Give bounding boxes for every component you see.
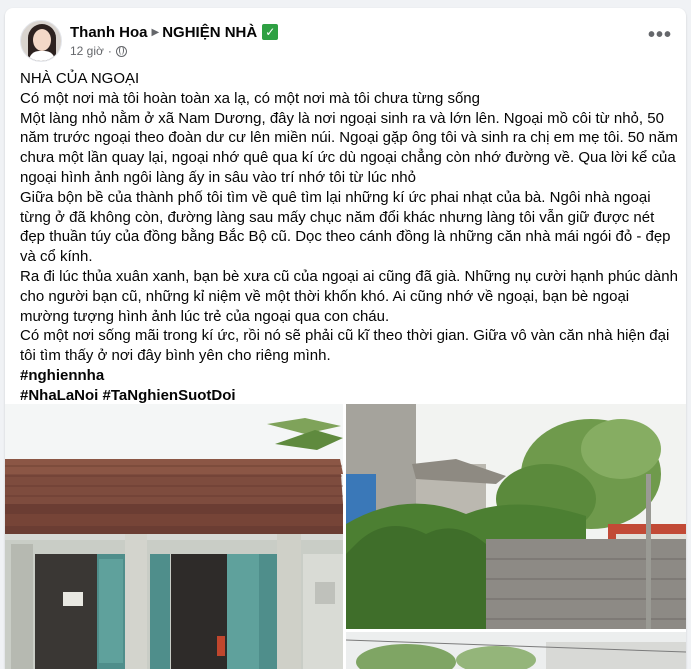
photo-old-house[interactable] [5,404,343,669]
post-meta: 12 giờ · [70,44,127,58]
more-options-icon[interactable]: ••• [648,25,672,50]
verified-check-icon: ✓ [262,24,279,40]
hashtag-link[interactable]: #nghiennha [20,366,682,386]
avatar-face [33,29,51,51]
photo-vine-wall[interactable] [346,404,686,629]
caret-right-icon: ▶ [151,26,160,38]
author-avatar[interactable] [20,20,62,62]
avatar-shirt [29,51,55,61]
hashtag-link[interactable]: #NhaLaNoi #TaNghienSuotDoi [20,386,682,406]
globe-icon[interactable] [115,45,127,57]
post-header: Thanh Hoa ▶ NGHIỆN NHÀ ✓ 12 giờ · ••• [5,8,686,68]
meta-separator: · [107,44,112,58]
paragraph: Có một nơi sống mãi trong kí ức, rồi nó … [20,327,670,365]
paragraph: Giữa bộn bề của thành phố tôi tìm về quê… [20,188,671,266]
post-time[interactable]: 12 giờ [70,44,104,58]
post-author-line: Thanh Hoa ▶ NGHIỆN NHÀ ✓ [70,22,279,42]
group-name[interactable]: NGHIỆN NHÀ [162,24,257,41]
paragraph: Một làng nhỏ nằm ở xã Nam Dương, đây là … [20,109,678,186]
post-body: NHÀ CỦA NGOẠI Có một nơi mà tôi hoàn toà… [20,69,682,406]
paragraph: Ra đi lúc thủa xuân xanh, bạn bè xưa cũ … [20,267,678,325]
photo-village-lane[interactable] [346,632,686,669]
paragraph: Có một nơi mà tôi hoàn toàn xa lạ, có mộ… [20,89,480,107]
post-title: NHÀ CỦA NGOẠI [20,70,140,87]
author-name[interactable]: Thanh Hoa [70,24,148,41]
photo-grid [5,404,686,669]
post-card: Thanh Hoa ▶ NGHIỆN NHÀ ✓ 12 giờ · ••• NH… [5,8,686,669]
